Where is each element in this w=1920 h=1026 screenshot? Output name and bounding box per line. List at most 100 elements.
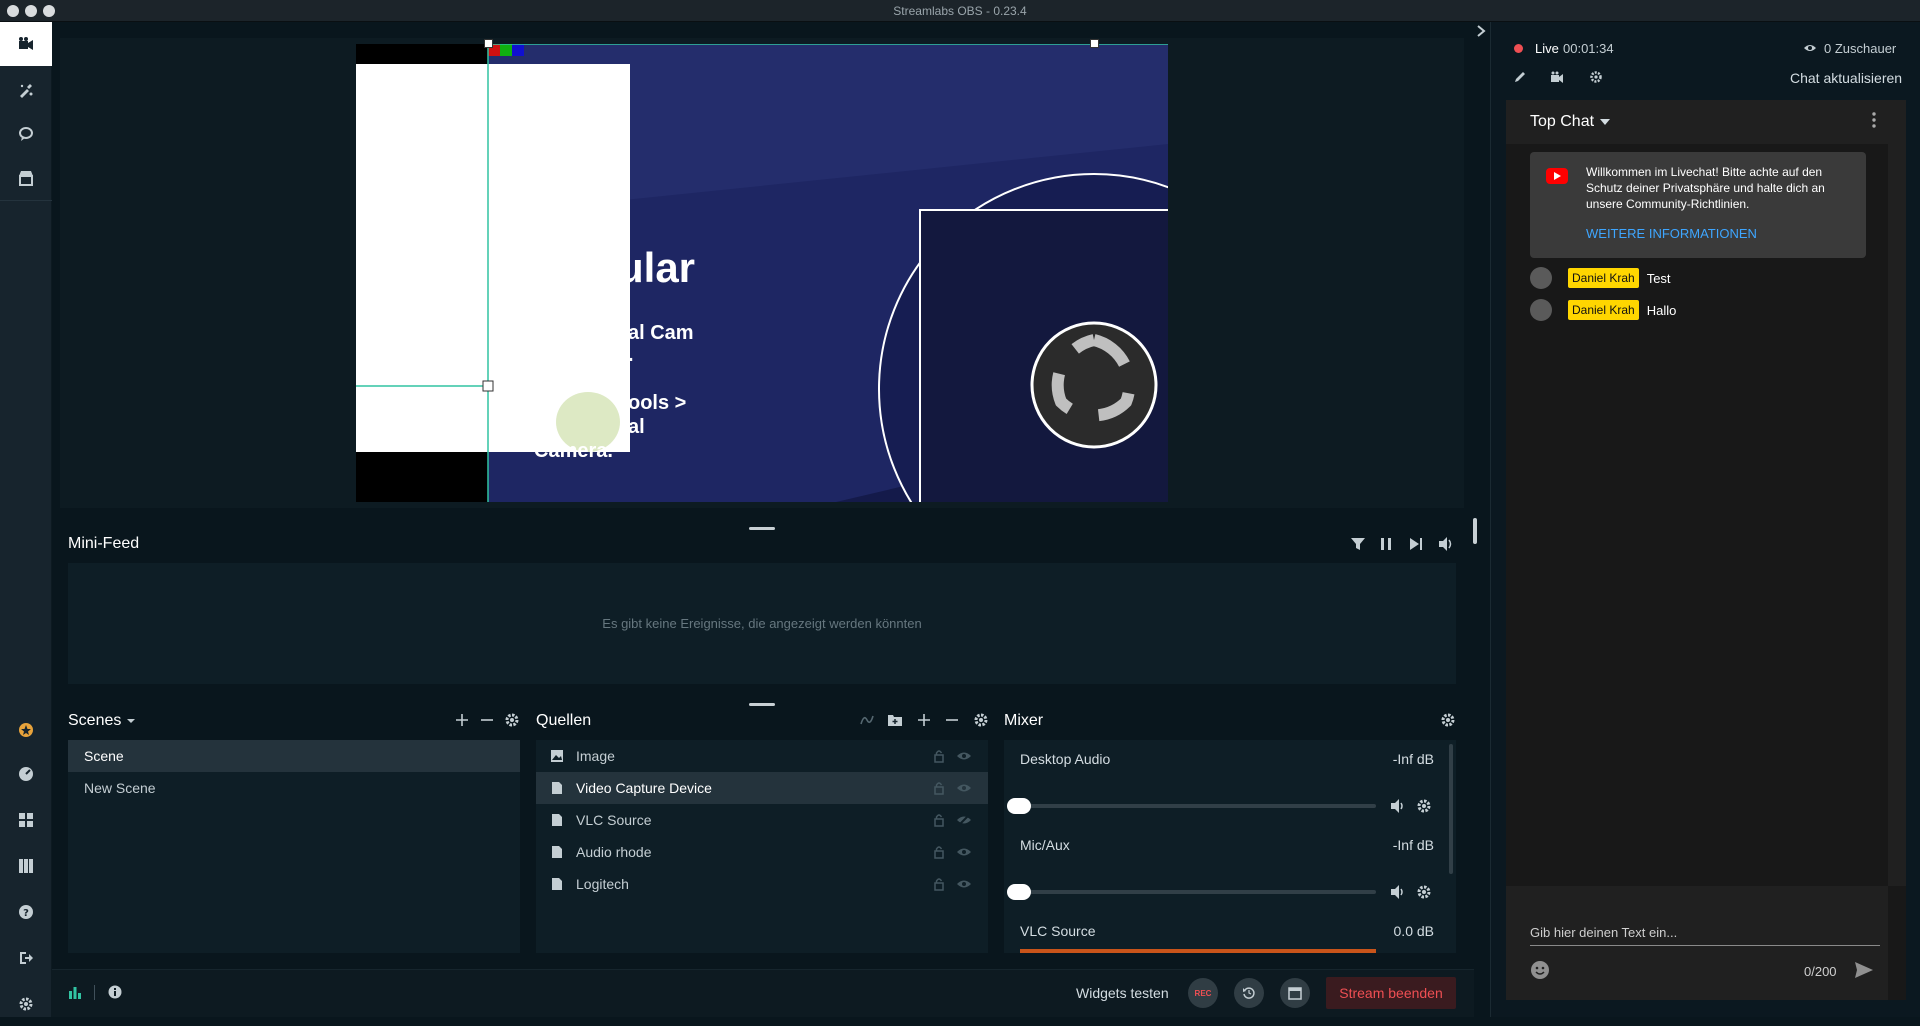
nav-library[interactable] <box>0 844 52 888</box>
filter-icon[interactable] <box>1350 536 1366 552</box>
nav-prime[interactable] <box>0 708 52 752</box>
volume-slider[interactable] <box>1020 804 1376 808</box>
remove-scene-icon[interactable] <box>479 712 495 728</box>
eye-hidden-icon[interactable] <box>956 813 972 827</box>
lock-icon[interactable] <box>932 813 946 827</box>
lock-icon[interactable] <box>932 845 946 859</box>
volume-icon[interactable] <box>1390 798 1406 814</box>
char-counter: 0/200 <box>1804 964 1837 979</box>
footer-divider <box>94 985 95 1000</box>
source-item-label: Logitech <box>576 876 629 892</box>
chat-scrollbar[interactable] <box>1888 100 1906 886</box>
image-icon <box>551 750 563 762</box>
send-icon[interactable] <box>1854 960 1874 980</box>
scene-item[interactable]: New Scene <box>68 772 520 804</box>
preview-resize-handle[interactable] <box>749 527 775 530</box>
record-label: REC <box>1194 988 1212 998</box>
schedule-stream-button[interactable] <box>1280 978 1310 1008</box>
resize-handle-top[interactable] <box>484 39 493 48</box>
more-info-link[interactable]: WEITERE INFORMATIONEN <box>1586 226 1757 241</box>
chat-author-badge[interactable]: Daniel Krah <box>1568 268 1639 288</box>
source-settings-icon[interactable] <box>973 712 989 728</box>
replay-buffer-button[interactable] <box>1234 978 1264 1008</box>
svg-text:?: ? <box>23 908 29 919</box>
eye-icon[interactable] <box>956 845 972 859</box>
minifeed-empty-text: Es gibt keine Ereignisse, die angezeigt … <box>602 616 922 631</box>
eye-icon[interactable] <box>956 877 972 891</box>
source-item[interactable]: Audio rhode <box>536 836 988 868</box>
nav-themes[interactable] <box>0 68 52 112</box>
help-icon: ? <box>19 905 33 919</box>
gear-icon[interactable] <box>1589 70 1603 84</box>
source-item-label: Image <box>576 748 615 764</box>
sidebar-resize-handle[interactable] <box>1473 518 1477 544</box>
avatar <box>1530 299 1552 321</box>
nav-logout[interactable] <box>0 936 52 980</box>
chat-author-badge[interactable]: Daniel Krah <box>1568 300 1639 320</box>
scene-settings-icon[interactable] <box>504 712 520 728</box>
nav-layout[interactable] <box>0 798 52 842</box>
scenes-title[interactable]: Scenes <box>68 712 121 730</box>
test-widgets-button[interactable]: Widgets testen <box>1076 985 1169 1001</box>
nav-settings[interactable] <box>0 982 52 1026</box>
preview-canvas[interactable]: ular al Cam . ools > al Camera. <box>356 44 1168 502</box>
eye-icon[interactable] <box>956 749 972 763</box>
add-folder-icon[interactable] <box>887 712 903 728</box>
nav-help[interactable]: ? <box>0 890 52 934</box>
audio-fx-icon[interactable] <box>859 712 875 728</box>
chevron-right-icon[interactable] <box>1474 24 1488 38</box>
volume-slider-handle[interactable] <box>1007 884 1031 900</box>
chat-mode-select[interactable]: Top Chat <box>1530 113 1594 131</box>
scene-item[interactable]: Scene <box>68 740 520 772</box>
source-item[interactable]: Video Capture Device <box>536 772 988 804</box>
more-vertical-icon[interactable] <box>1872 112 1876 128</box>
preview-text-2: al Cam <box>628 322 694 344</box>
chat-header: Top Chat <box>1506 100 1888 144</box>
resize-handle-top-right[interactable] <box>1090 39 1099 48</box>
source-item-label: VLC Source <box>576 812 652 828</box>
eye-icon[interactable] <box>956 781 972 795</box>
gear-icon[interactable] <box>1416 884 1432 900</box>
source-item[interactable]: Logitech <box>536 868 988 900</box>
pause-icon[interactable] <box>1378 536 1394 552</box>
nav-store[interactable] <box>0 156 52 200</box>
mixer-panel: Desktop Audio -Inf dB Mic/Aux -Inf dB VL… <box>1004 740 1456 953</box>
add-source-icon[interactable] <box>916 712 932 728</box>
nav-chatbot[interactable] <box>0 112 52 156</box>
add-scene-icon[interactable] <box>454 712 470 728</box>
nav-studio[interactable] <box>0 22 52 66</box>
record-button[interactable]: REC <box>1188 978 1218 1008</box>
pencil-icon[interactable] <box>1513 70 1527 84</box>
chevron-down-icon[interactable] <box>126 717 136 725</box>
file-icon <box>552 878 562 890</box>
camera-icon[interactable] <box>1550 70 1564 84</box>
chat-message: Daniel Krah Hallo <box>1506 294 1888 326</box>
volume-slider-handle[interactable] <box>1007 798 1031 814</box>
nav-dashboard[interactable] <box>0 752 52 796</box>
remove-source-icon[interactable] <box>944 712 960 728</box>
volume-icon[interactable] <box>1438 536 1454 552</box>
lock-icon[interactable] <box>932 749 946 763</box>
source-item[interactable]: VLC Source <box>536 804 988 836</box>
minifeed-resize-handle[interactable] <box>749 703 775 706</box>
caret-down-icon[interactable] <box>1600 119 1610 125</box>
refresh-chat-button[interactable]: Chat aktualisieren <box>1790 70 1902 86</box>
replay-icon <box>1243 987 1255 999</box>
mixer-settings-icon[interactable] <box>1440 712 1456 728</box>
calendar-icon <box>1288 987 1302 1000</box>
file-icon <box>552 782 562 794</box>
gear-icon[interactable] <box>1416 798 1432 814</box>
emoji-icon[interactable] <box>1530 960 1550 980</box>
end-stream-button[interactable]: Stream beenden <box>1326 977 1456 1009</box>
lock-icon[interactable] <box>932 877 946 891</box>
info-icon[interactable] <box>108 985 122 999</box>
volume-icon[interactable] <box>1390 884 1406 900</box>
mixer-scrollbar[interactable] <box>1449 744 1453 874</box>
source-item[interactable]: Image <box>536 740 988 772</box>
skip-icon[interactable] <box>1408 536 1424 552</box>
volume-slider[interactable] <box>1020 890 1376 894</box>
stats-icon[interactable] <box>68 985 82 999</box>
lock-icon[interactable] <box>932 781 946 795</box>
chat-input[interactable]: Gib hier deinen Text ein... <box>1530 924 1880 946</box>
title-bar: Streamlabs OBS - 0.23.4 <box>0 0 1920 22</box>
